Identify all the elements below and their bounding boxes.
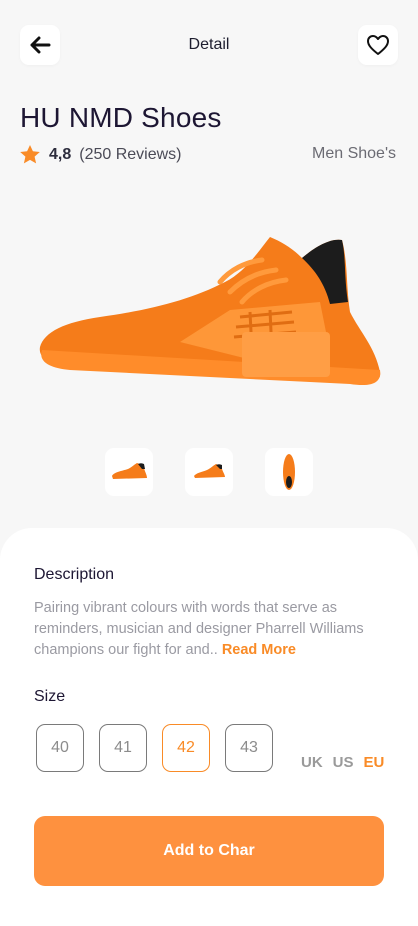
shoe-thumbnail-icon <box>194 464 225 478</box>
size-heading: Size <box>34 688 66 705</box>
product-image <box>30 222 390 397</box>
shoe-thumbnail-icon <box>112 463 147 479</box>
shoe-illustration <box>39 237 381 386</box>
page-title: Detail <box>188 36 230 53</box>
size-options: 40 41 42 43 <box>36 724 273 772</box>
size-option-43[interactable]: 43 <box>225 724 273 772</box>
description-body: Pairing vibrant colours with words that … <box>34 600 364 658</box>
product-name: HU NMD Shoes <box>20 102 222 133</box>
unit-uk[interactable]: UK <box>301 754 323 771</box>
product-category: Men Shoe's <box>312 145 396 162</box>
description-text: Pairing vibrant colours with words that … <box>34 598 384 661</box>
back-button[interactable] <box>20 25 60 65</box>
thumbnail-row <box>0 448 418 496</box>
description-heading: Description <box>34 566 115 583</box>
arrow-left-icon <box>30 36 51 54</box>
thumbnail-side-small[interactable] <box>185 448 233 496</box>
rating-row: 4,8 (250 Reviews) <box>19 144 182 165</box>
review-count: (250 Reviews) <box>79 145 182 163</box>
size-option-42[interactable]: 42 <box>162 724 210 772</box>
size-option-40[interactable]: 40 <box>36 724 84 772</box>
size-unit-selector: UK US EU <box>301 754 384 771</box>
unit-eu[interactable]: EU <box>364 754 385 771</box>
top-bar: Detail <box>20 25 398 65</box>
star-icon <box>20 145 40 164</box>
favorite-button[interactable] <box>358 25 398 65</box>
unit-us[interactable]: US <box>333 754 354 771</box>
shoe-thumbnail-icon <box>283 454 295 490</box>
rating-value: 4,8 <box>49 145 72 163</box>
size-option-41[interactable]: 41 <box>99 724 147 772</box>
heart-icon <box>367 35 389 55</box>
thumbnail-top[interactable] <box>265 448 313 496</box>
read-more-link[interactable]: Read More <box>222 642 296 658</box>
add-to-cart-button[interactable]: Add to Char <box>34 816 384 886</box>
thumbnail-side[interactable] <box>105 448 153 496</box>
